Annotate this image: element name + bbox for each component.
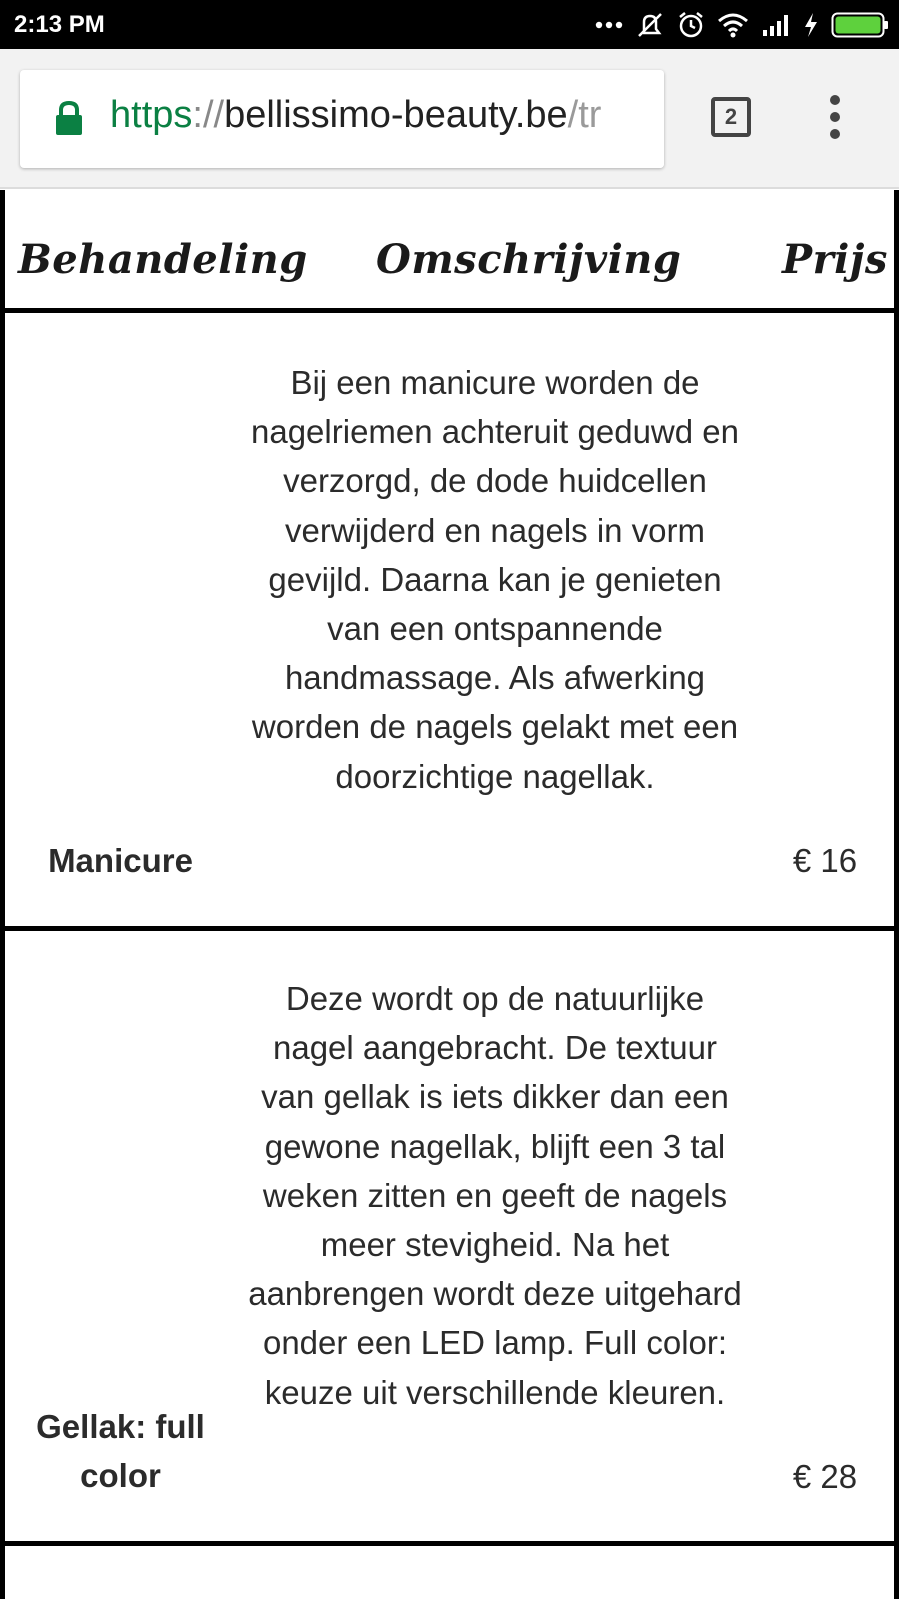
page-content: Behandeling Omschrijving Prijs Bij een m…	[0, 190, 899, 1599]
lock-icon	[54, 100, 84, 141]
tab-switcher-button[interactable]: 2	[711, 97, 751, 137]
row-gellak-description: Deze wordt op de natuurlijke nagel aange…	[248, 980, 742, 1411]
url-path: /tr	[567, 94, 602, 136]
row-divider	[5, 926, 894, 931]
table-border-right	[894, 190, 899, 1599]
header-description: Omschrijving	[376, 236, 682, 283]
toolbar-divider	[0, 187, 899, 189]
header-price: Prijs	[782, 236, 888, 283]
table-border-left	[0, 190, 5, 1599]
signal-icon	[761, 13, 791, 37]
vibrate-off-icon	[635, 11, 665, 39]
row-manicure-price: € 16	[792, 842, 858, 879]
browser-toolbar: https://bellissimo-beauty.be/tr 2	[0, 49, 899, 189]
row-gellak-name: Gellak: full color	[36, 1408, 205, 1494]
status-time: 2:13 PM	[14, 11, 105, 38]
charging-icon	[803, 12, 819, 38]
more-vert-icon	[826, 95, 844, 139]
url-scheme: https	[110, 94, 193, 136]
header-divider	[5, 308, 894, 313]
overflow-menu-button[interactable]	[826, 95, 844, 143]
url-separator: ://	[192, 94, 225, 136]
battery-icon	[831, 12, 889, 38]
alarm-icon	[677, 11, 705, 39]
status-bar: 2:13 PM	[0, 0, 899, 49]
url-text[interactable]: https://bellissimo-beauty.be/tr	[110, 94, 601, 137]
address-bar[interactable]: https://bellissimo-beauty.be/tr	[20, 70, 664, 168]
wifi-icon	[717, 12, 749, 38]
more-notifications-icon	[595, 20, 623, 30]
row-gellak-price: € 28	[792, 1458, 858, 1495]
header-treatment: Behandeling	[18, 236, 308, 283]
url-host: bellissimo-beauty.be	[224, 94, 568, 136]
row-manicure-description: Bij een manicure worden de nagelriemen a…	[251, 364, 739, 795]
row-divider	[5, 1541, 894, 1546]
tab-count: 2	[724, 104, 738, 129]
url-fade	[634, 70, 664, 168]
row-manicure-name: Manicure	[48, 842, 193, 879]
status-icons	[595, 10, 889, 40]
